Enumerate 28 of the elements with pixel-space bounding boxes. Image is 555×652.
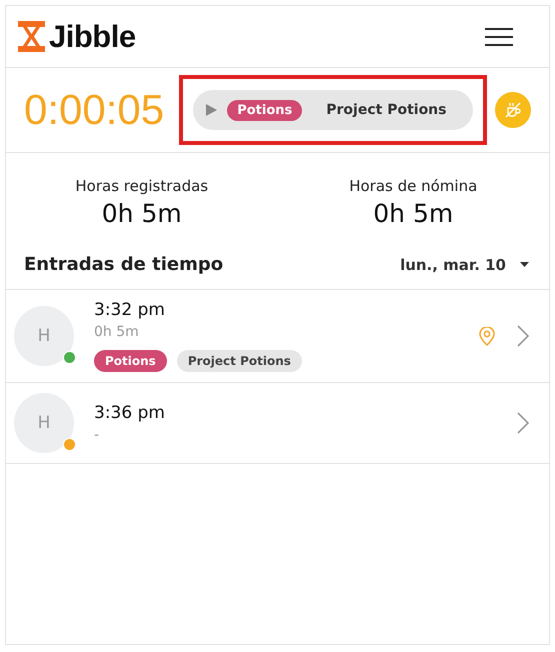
chevron-right-icon <box>517 325 529 347</box>
time-entry[interactable]: H 3:32 pm 0h 5m Potions Project Potions <box>6 290 549 383</box>
time-entry[interactable]: H 3:36 pm - <box>6 383 549 464</box>
avatar: H <box>14 306 74 366</box>
chevron-right-icon <box>517 412 529 434</box>
timer-display: 0:00:05 <box>24 86 166 134</box>
activity-selector[interactable]: Potions Project Potions <box>193 90 474 130</box>
stat-value: 0h 5m <box>373 199 454 228</box>
stat-label: Horas registradas <box>75 177 208 195</box>
stat-value: 0h 5m <box>102 199 182 228</box>
project-label: Project Potions <box>326 102 446 118</box>
hourglass-logo-icon <box>18 21 45 52</box>
entry-time: 3:36 pm <box>94 403 166 423</box>
logo-text: Jibble <box>49 18 136 54</box>
play-icon <box>205 104 218 116</box>
section-title: Entradas de tiempo <box>24 254 224 275</box>
date-dropdown[interactable]: lun., mar. 10 <box>400 256 529 274</box>
avatar: H <box>14 393 74 453</box>
caret-icon <box>520 262 529 268</box>
entry-duration: 0h 5m <box>94 324 140 340</box>
entry-time: 3:32 pm <box>94 300 166 320</box>
activity-tag: Potions <box>94 350 167 372</box>
stat-label: Horas de nómina <box>349 177 478 195</box>
entry-duration: - <box>94 427 100 443</box>
menu-icon[interactable] <box>484 26 514 46</box>
project-tag: Project Potions <box>176 350 302 372</box>
no-coffee-icon <box>504 101 522 119</box>
activity-tag: Potions <box>227 100 302 120</box>
